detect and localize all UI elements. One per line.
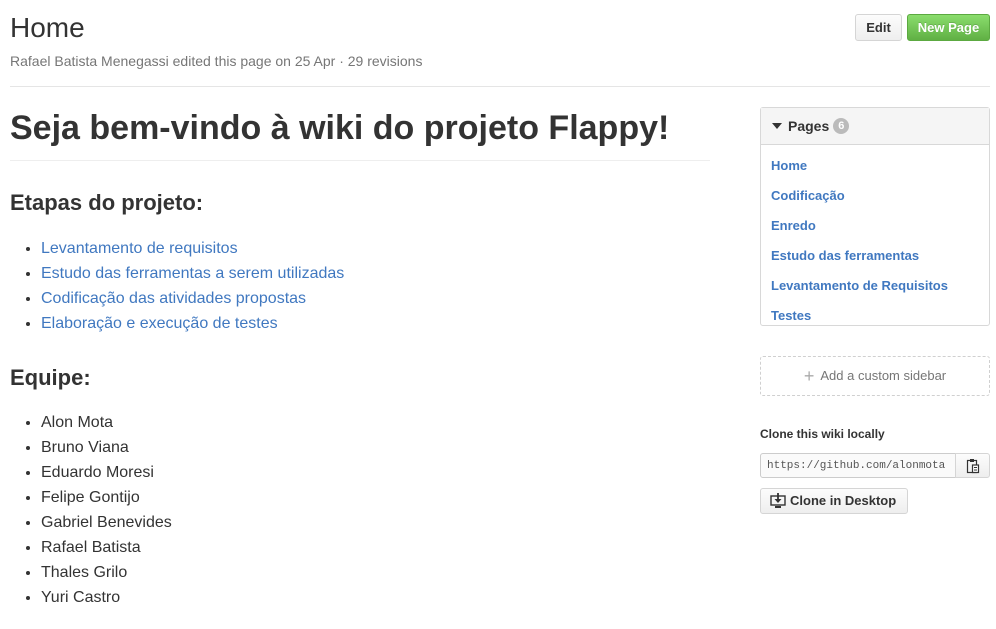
step-link[interactable]: Codificação das atividades propostas (41, 290, 306, 307)
team-member: Felipe Gontijo (41, 485, 172, 510)
desktop-download-icon (770, 492, 786, 508)
list-item: Estudo das ferramentas (771, 241, 989, 271)
team-member: Rafael Batista (41, 535, 172, 560)
team-member: Bruno Viana (41, 435, 172, 460)
team-member: Yuri Castro (41, 585, 172, 610)
new-page-button[interactable]: New Page (907, 14, 990, 41)
page-link-codificacao[interactable]: Codificação (771, 188, 845, 203)
team-member: Thales Grilo (41, 560, 172, 585)
list-item: Codificação (771, 181, 989, 211)
plus-icon: + (803, 365, 815, 386)
list-item: Codificação das atividades propostas (41, 286, 344, 311)
pages-sidebar: Pages 6 Home Codificação Enredo Estudo da… (760, 107, 990, 326)
clone-in-desktop-button[interactable]: Clone in Desktop (760, 488, 908, 514)
page-link-levantamento[interactable]: Levantamento de Requisitos (771, 278, 948, 293)
page-link-estudo[interactable]: Estudo das ferramentas (771, 248, 919, 263)
wiki-content: Seja bem-vindo à wiki do projeto Flappy!… (10, 105, 710, 606)
page-title: Home (10, 12, 85, 43)
copy-to-clipboard-button[interactable] (955, 453, 990, 478)
team-member: Alon Mota (41, 410, 172, 435)
pages-label: Pages (788, 118, 830, 134)
clipboard-icon (966, 458, 979, 473)
pages-count-badge: 6 (833, 118, 850, 135)
step-link[interactable]: Levantamento de requisitos (41, 240, 238, 257)
pages-header[interactable]: Pages 6 (761, 108, 989, 145)
clone-in-desktop-label: Clone in Desktop (790, 493, 897, 508)
team-heading: Equipe: (10, 365, 91, 390)
list-item: Home (771, 151, 989, 181)
list-item: Testes (771, 301, 989, 331)
clone-label: Clone this wiki locally (760, 427, 885, 441)
page-revision-info[interactable]: Rafael Batista Menegassi edited this pag… (10, 53, 422, 69)
team-list: Alon Mota Bruno Viana Eduardo Moresi Fel… (10, 410, 172, 610)
list-item: Enredo (771, 211, 989, 241)
page-link-testes[interactable]: Testes (771, 308, 811, 323)
list-item: Estudo das ferramentas a serem utilizada… (41, 261, 344, 286)
edit-button[interactable]: Edit (855, 14, 902, 41)
page-link-enredo[interactable]: Enredo (771, 218, 816, 233)
wiki-heading: Seja bem-vindo à wiki do projeto Flappy! (10, 109, 670, 147)
header-divider (10, 86, 990, 87)
step-link[interactable]: Estudo das ferramentas a serem utilizada… (41, 265, 344, 282)
page-link-home[interactable]: Home (771, 158, 807, 173)
step-link[interactable]: Elaboração e execução de testes (41, 315, 278, 332)
add-custom-sidebar-button[interactable]: + Add a custom sidebar (760, 356, 990, 396)
heading-divider (10, 160, 710, 161)
steps-heading: Etapas do projeto: (10, 190, 204, 215)
caret-down-icon (772, 123, 782, 130)
clone-url-input[interactable] (760, 453, 956, 478)
pages-list: Home Codificação Enredo Estudo das ferra… (761, 145, 989, 331)
add-custom-sidebar-label: Add a custom sidebar (820, 368, 947, 383)
team-member: Gabriel Benevides (41, 510, 172, 535)
list-item: Levantamento de Requisitos (771, 271, 989, 301)
team-member: Eduardo Moresi (41, 460, 172, 485)
steps-list: Levantamento de requisitos Estudo das fe… (10, 236, 344, 336)
list-item: Levantamento de requisitos (41, 236, 344, 261)
list-item: Elaboração e execução de testes (41, 311, 344, 336)
